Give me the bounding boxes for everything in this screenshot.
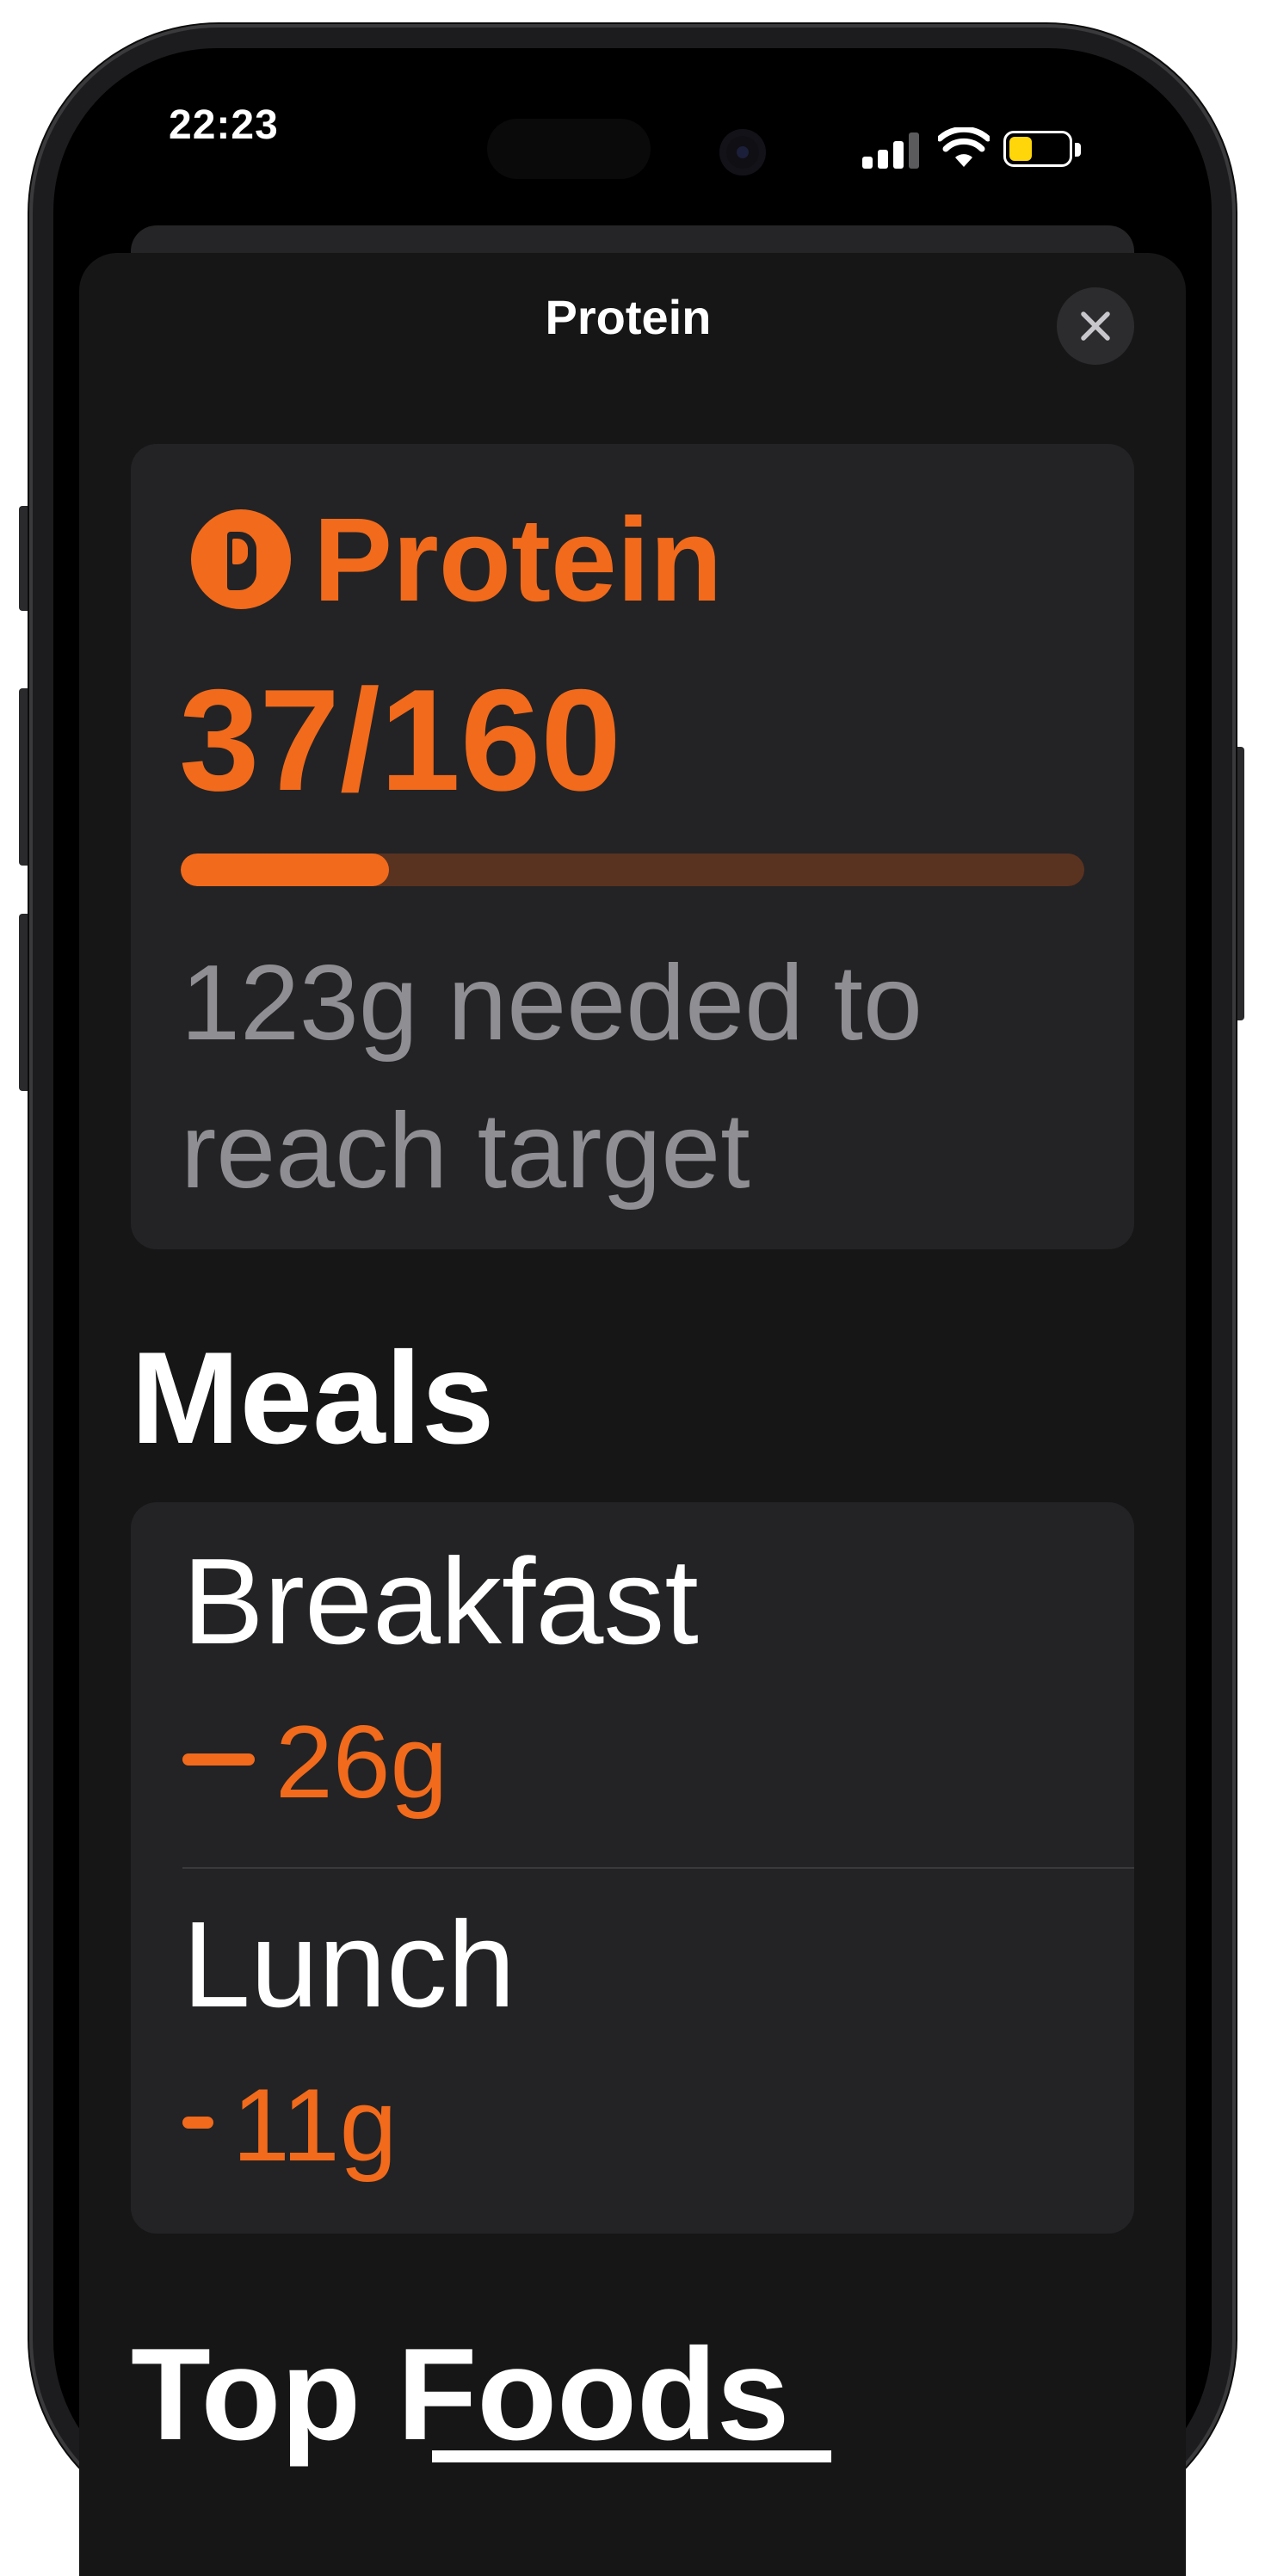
wifi-icon: [938, 127, 990, 167]
meal-bar-lunch: [182, 2117, 213, 2129]
cellular-signal-icon: [862, 131, 923, 169]
top-foods-underline: [432, 2450, 831, 2462]
protein-icon: [191, 509, 291, 609]
meal-value-breakfast: 26g: [275, 1704, 448, 1820]
meal-name-breakfast[interactable]: Breakfast: [182, 1533, 957, 1671]
sheet-title: Protein: [545, 290, 712, 344]
meal-divider: [182, 1867, 1134, 1869]
meals-section-title: Meals: [131, 1325, 495, 1471]
top-foods-section-title: Top Foods: [131, 2321, 790, 2468]
dynamic-island: [487, 119, 651, 179]
battery-icon: [1003, 131, 1072, 167]
protein-progress-fill: [181, 854, 389, 886]
meal-name-lunch[interactable]: Lunch: [182, 1896, 957, 2034]
protein-remaining-text: 123g needed to reach target: [181, 944, 923, 1211]
battery-level: [1009, 137, 1032, 161]
protein-label: Protein: [313, 494, 723, 626]
status-time: 22:23: [169, 102, 279, 148]
close-icon: [1081, 311, 1110, 341]
battery-cap: [1075, 143, 1081, 157]
protein-value: 37/160: [179, 659, 621, 821]
meal-bar-breakfast: [182, 1753, 255, 1766]
close-button[interactable]: [1057, 287, 1134, 365]
meal-value-lunch: 11g: [232, 2068, 398, 2183]
camera-icon: [719, 129, 766, 176]
protein-progress-bar: [181, 854, 1084, 886]
